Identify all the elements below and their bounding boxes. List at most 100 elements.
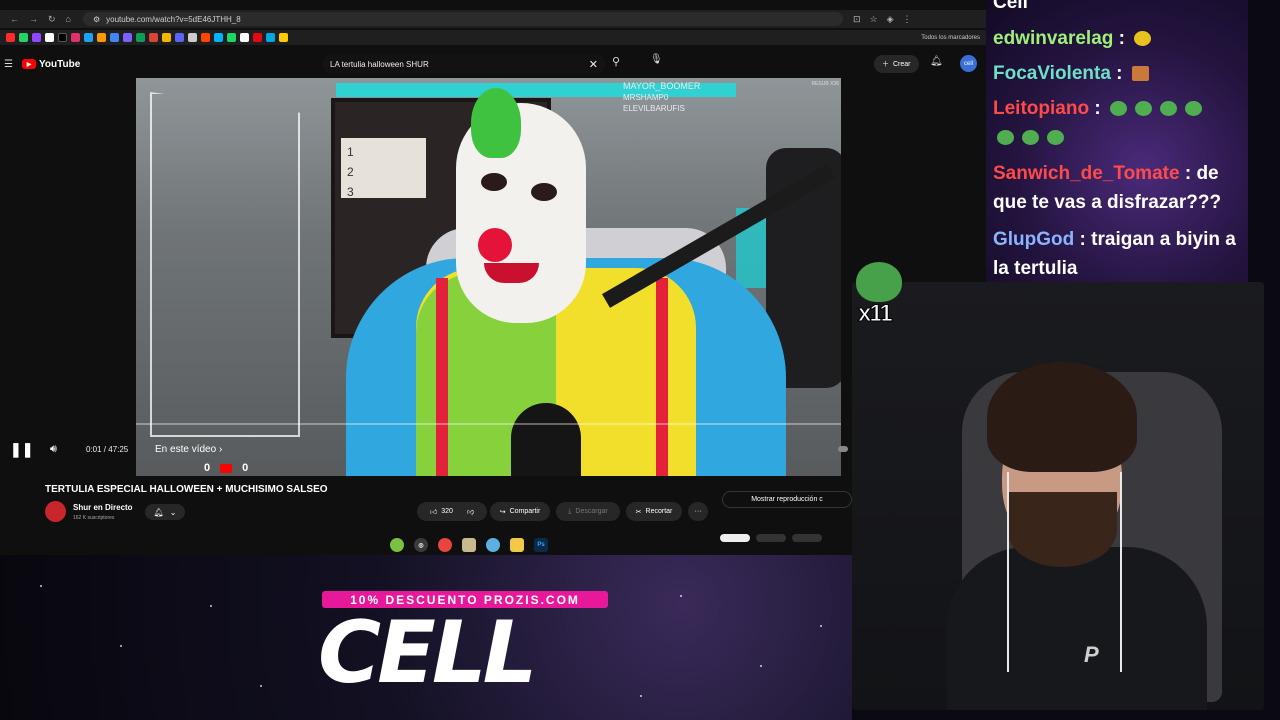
chat-username: FocaViolenta [993, 63, 1111, 84]
time-display: 0:01 / 47:25 [86, 445, 129, 454]
create-button[interactable]: ＋ Crear [874, 55, 919, 73]
bookmark-star-icon[interactable]: ☆ [870, 14, 878, 25]
star [210, 605, 212, 607]
bookmark-whatsapp-icon[interactable] [19, 33, 28, 42]
bookmark-cloud-icon[interactable] [214, 33, 223, 42]
dislike-icon[interactable]: 👎︎ [467, 507, 474, 516]
channel-avatar[interactable] [45, 501, 66, 522]
webcam-person-hair [987, 362, 1137, 472]
bookmark-discord-icon[interactable] [123, 33, 132, 42]
search-input[interactable]: LA tertulia halloween SHUR ✕ [322, 54, 606, 74]
search-query: LA tertulia halloween SHUR [330, 59, 429, 69]
bookmark-link-icon[interactable] [84, 33, 93, 42]
streamer-logo-text: CELL [318, 603, 537, 703]
mod-name: MRSHAMP0 [623, 93, 669, 102]
url-field[interactable]: ⚙ youtube.com/watch?v=5dE46JTHH_8 [82, 12, 843, 26]
clear-search-icon[interactable]: ✕ [589, 58, 598, 71]
youtube-logo[interactable]: ▶ YouTube [22, 59, 80, 70]
webcam-person-body [947, 547, 1207, 710]
like-icon[interactable]: 👍︎ [430, 507, 437, 516]
bookmark-page-icon[interactable] [240, 33, 249, 42]
emote-icon [1134, 31, 1152, 47]
chat-username: GlupGod [993, 229, 1075, 250]
bookmark-instagram-icon[interactable] [71, 33, 80, 42]
bookmark-folder-icon[interactable] [279, 33, 288, 42]
search-icon[interactable]: ⚲ [612, 55, 620, 68]
bookmark-x-icon[interactable] [45, 33, 54, 42]
like-dislike-group: 👍︎ 320 👎︎ [417, 502, 487, 521]
reload-icon[interactable]: ↻ [48, 14, 56, 25]
bookmark-youtube-icon[interactable] [6, 33, 15, 42]
star [120, 645, 122, 647]
youtube-logo-text: YouTube [39, 58, 81, 70]
site-info-icon[interactable]: ⚙ [93, 15, 100, 24]
back-icon[interactable]: ← [10, 14, 19, 25]
channel-name[interactable]: Shur en Directo [73, 503, 133, 512]
chrome-icon[interactable] [438, 538, 452, 552]
bookmark-google-icon[interactable] [110, 33, 119, 42]
extension-icon[interactable]: ◈ [887, 14, 894, 25]
home-icon[interactable]: ⌂ [66, 14, 71, 25]
hamburger-menu-icon[interactable]: ☰ [4, 59, 14, 70]
account-avatar[interactable]: cell [960, 55, 977, 72]
bookmark-amazon-icon[interactable] [97, 33, 106, 42]
overlay-counters: 0 0 [204, 462, 248, 474]
chip[interactable] [792, 534, 822, 542]
bookmark-netflix-icon[interactable] [253, 33, 262, 42]
bookmark-reddit-icon[interactable] [201, 33, 210, 42]
shelf-number: 1 [347, 145, 354, 159]
bookmark-tiktok-icon[interactable] [58, 33, 67, 42]
bell-icon: 🔔︎ [153, 507, 164, 517]
bookmark-sheets-icon[interactable] [136, 33, 145, 42]
browser-window: ← → ↻ ⌂ ⚙ youtube.com/watch?v=5dE46JTHH_… [0, 0, 986, 555]
folder-icon[interactable] [510, 538, 524, 552]
bookmark-gmail-icon[interactable] [149, 33, 158, 42]
bookmark-spotify-icon[interactable] [227, 33, 236, 42]
microphone-icon[interactable]: 🎙︎ [650, 54, 666, 72]
pepe-emote-icon [856, 262, 902, 302]
app-icon-blue[interactable] [486, 538, 500, 552]
in-this-video-button[interactable]: En este vídeo › [155, 444, 222, 455]
microphone [511, 403, 581, 476]
chevron-down-icon: ⌄ [169, 507, 177, 517]
subscription-bell-button[interactable]: 🔔︎ ⌄ [145, 504, 185, 520]
like-count[interactable]: 320 [441, 508, 453, 515]
progress-bar[interactable] [136, 423, 841, 425]
scissors-icon: ✂ [635, 508, 642, 516]
chat-username: Sanwich_de_Tomate [993, 163, 1180, 184]
share-button[interactable]: ↪ Compartir [490, 502, 550, 521]
notifications-bell-icon[interactable]: 🔔︎ [930, 56, 943, 67]
shelf-number: 2 [347, 165, 354, 179]
suspender-right [656, 278, 668, 476]
clip-button[interactable]: ✂ Recortar [626, 502, 682, 521]
stream-chat: Cell edwinvarelag : FocaViolenta : Leito… [986, 0, 1248, 282]
all-bookmarks-link[interactable]: Todos los marcadores [921, 35, 980, 41]
clip-label: Recortar [645, 508, 673, 515]
app-icon-tan[interactable] [462, 538, 476, 552]
menu-dots-icon[interactable]: ⋮ [903, 14, 912, 25]
youtube-play-icon: ▶ [22, 59, 36, 69]
photoshop-icon[interactable]: Ps [534, 538, 548, 552]
download-button[interactable]: ⤓ Descargar [556, 502, 620, 521]
shelf-number: 3 [347, 185, 354, 199]
bookmark-prime-icon[interactable] [266, 33, 275, 42]
pause-icon[interactable]: ❚❚ [10, 441, 33, 458]
autoplay-toggle[interactable] [838, 446, 848, 452]
show-playback-button[interactable]: Mostrar reproducción c [722, 491, 852, 508]
video-player[interactable]: 1 2 3 MAYOR_BOOMER MRSHAMP0 ELEVILBARUFI… [136, 78, 841, 476]
app-icon-green[interactable] [390, 538, 404, 552]
forward-icon[interactable]: → [29, 14, 38, 25]
more-actions-button[interactable]: ··· [688, 502, 708, 521]
share-label: Compartir [509, 508, 541, 515]
bookmark-doc-icon[interactable] [188, 33, 197, 42]
chip[interactable] [720, 534, 750, 542]
bookmark-twitch-icon[interactable] [32, 33, 41, 42]
resub-overlay: RESUB X36 [811, 81, 839, 87]
volume-icon[interactable]: 🔊︎ [50, 443, 57, 456]
bookmark-drive-icon[interactable] [162, 33, 171, 42]
obs-icon[interactable]: ◎ [414, 538, 428, 552]
bookmark-app-icon[interactable] [175, 33, 184, 42]
url-text: youtube.com/watch?v=5dE46JTHH_8 [106, 14, 241, 24]
chip[interactable] [756, 534, 786, 542]
install-icon[interactable]: ⊡ [853, 14, 861, 25]
